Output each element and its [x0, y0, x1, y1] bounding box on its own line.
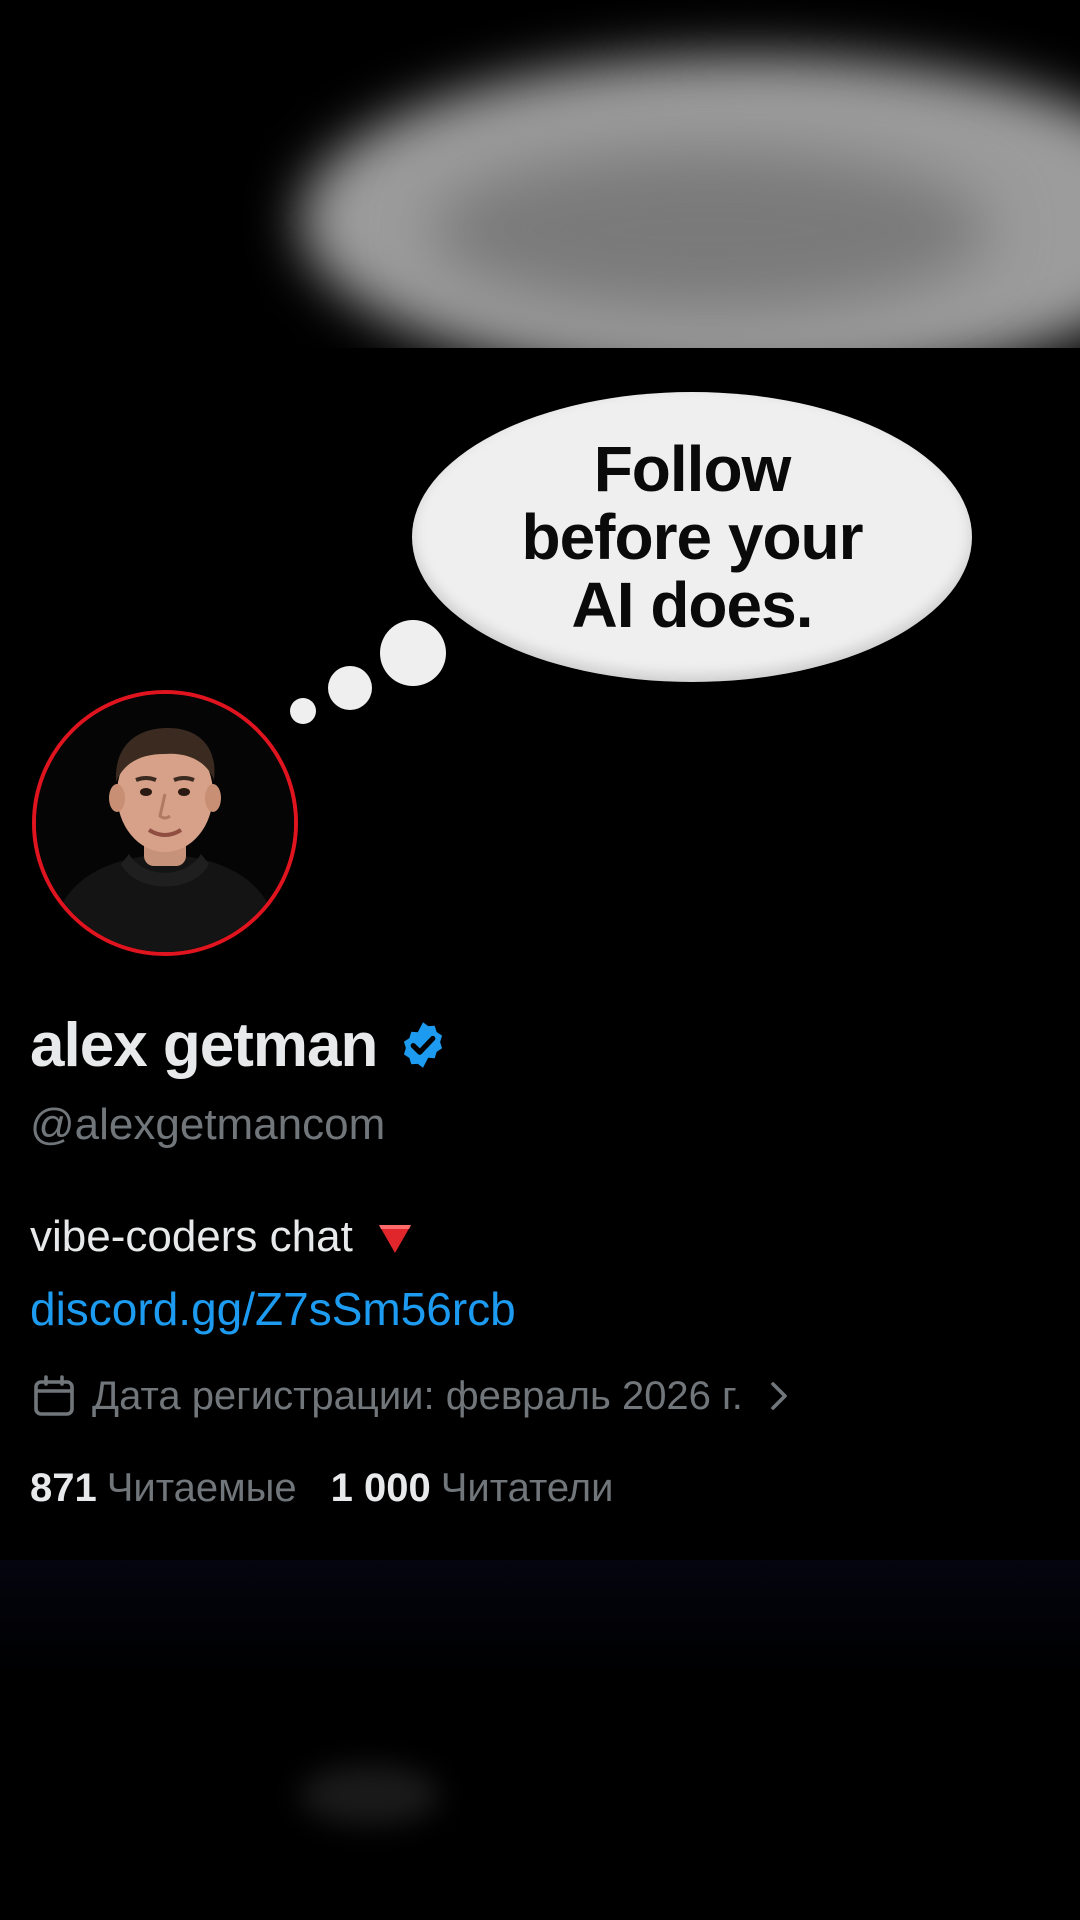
following-count: 871: [30, 1466, 97, 1510]
header-blurred-area: [0, 0, 1080, 348]
user-handle: @alexgetmancom: [30, 1100, 386, 1149]
followers-count: 1 000: [330, 1466, 431, 1510]
bio: vibe-coders chat: [30, 1212, 415, 1262]
join-date-text: Дата регистрации: февраль 2026 г.: [92, 1373, 743, 1418]
following-label: Читаемые: [106, 1466, 297, 1510]
following-stat[interactable]: 871 Читаемые: [30, 1466, 297, 1511]
bubble-line-2: before your: [521, 501, 863, 573]
bottom-fade: [0, 1560, 1080, 1680]
blurred-element: [300, 1765, 440, 1825]
display-name-row: alex getman: [30, 1010, 449, 1080]
followers-label: Читатели: [440, 1466, 614, 1510]
bubble-dot-small: [290, 698, 316, 724]
avatar[interactable]: [32, 690, 298, 956]
bio-text: vibe-coders chat: [30, 1212, 353, 1261]
bubble-line-3: AI does.: [571, 569, 814, 641]
verified-badge-icon[interactable]: [397, 1019, 449, 1071]
bubble-line-1: Follow: [593, 433, 792, 505]
blurred-shape-inner: [430, 150, 990, 310]
followers-stat[interactable]: 1 000 Читатели: [331, 1466, 614, 1511]
follow-stats: 871 Читаемые 1 000 Читатели: [30, 1466, 613, 1511]
display-name: alex getman: [30, 1010, 378, 1080]
avatar-photo: [36, 694, 294, 952]
red-triangle-down-icon: [378, 1225, 411, 1253]
thought-bubble: Follow before your AI does.: [412, 392, 972, 682]
calendar-icon: [34, 1375, 74, 1416]
bubble-dot-medium: [328, 666, 372, 710]
join-date-row[interactable]: Дата регистрации: февраль 2026 г.: [30, 1372, 797, 1420]
bubble-dot-large: [380, 620, 446, 686]
bubble-text: Follow before your AI does.: [482, 435, 902, 639]
chevron-right-icon: [771, 1382, 787, 1410]
profile-link[interactable]: discord.gg/Z7sSm56rcb: [30, 1282, 516, 1336]
